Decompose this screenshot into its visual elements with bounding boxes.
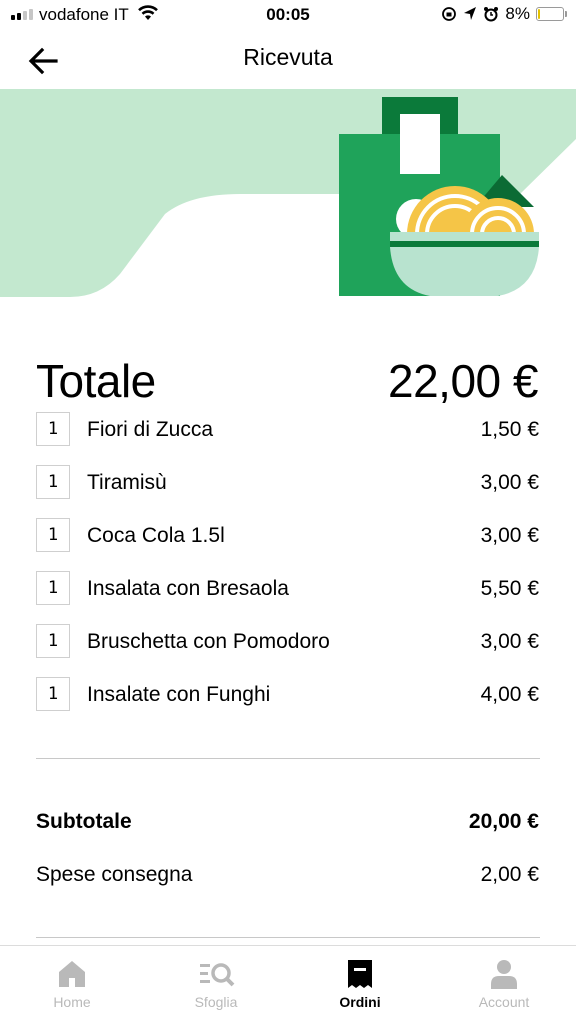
status-bar: vodafone IT 00:05 8% bbox=[0, 0, 576, 30]
item-name: Tiramisù bbox=[87, 471, 167, 494]
tab-label: Sfoglia bbox=[194, 994, 238, 1010]
item-price: 4,00 € bbox=[480, 683, 539, 706]
item-quantity: 1 bbox=[36, 677, 70, 711]
location-icon bbox=[464, 7, 477, 20]
order-item: 1 Bruschetta con Pomodoro 3,00 € bbox=[36, 624, 539, 677]
item-price: 3,00 € bbox=[480, 471, 539, 494]
subtotal-label: Subtotale bbox=[36, 810, 132, 833]
item-price: 5,50 € bbox=[480, 577, 539, 600]
alarm-icon bbox=[484, 7, 499, 22]
receipt-banner-illustration bbox=[0, 89, 576, 297]
browse-search-icon bbox=[200, 963, 235, 987]
home-icon bbox=[59, 961, 85, 987]
item-name: Insalata con Bresaola bbox=[87, 577, 289, 600]
order-item: 1 Insalata con Bresaola 5,50 € bbox=[36, 571, 539, 624]
total-label: Totale bbox=[36, 355, 156, 407]
item-name: Coca Cola 1.5l bbox=[87, 524, 225, 547]
delivery-fee-label: Spese consegna bbox=[36, 863, 193, 886]
item-quantity: 1 bbox=[36, 571, 70, 605]
tab-browse[interactable]: Sfoglia bbox=[144, 946, 288, 1025]
total-value: 22,00 € bbox=[388, 355, 538, 407]
tab-account[interactable]: Account bbox=[432, 946, 576, 1025]
header: Ricevuta bbox=[0, 30, 576, 88]
battery-level bbox=[538, 9, 540, 19]
tab-orders[interactable]: Ordini bbox=[288, 946, 432, 1025]
delivery-fee-value: 2,00 € bbox=[480, 863, 539, 886]
item-name: Bruschetta con Pomodoro bbox=[87, 630, 330, 653]
bottom-tab-bar: Home Sfoglia Ordini Account bbox=[0, 945, 576, 1025]
item-quantity: 1 bbox=[36, 465, 70, 499]
tab-home[interactable]: Home bbox=[0, 946, 144, 1025]
order-item: 1 Tiramisù 3,00 € bbox=[36, 465, 539, 518]
order-item: 1 Fiori di Zucca 1,50 € bbox=[36, 412, 539, 465]
item-quantity: 1 bbox=[36, 518, 70, 552]
page-title: Ricevuta bbox=[243, 44, 333, 70]
divider bbox=[36, 937, 540, 938]
orientation-lock-icon bbox=[442, 7, 457, 21]
tab-label: Home bbox=[53, 994, 91, 1010]
item-price: 3,00 € bbox=[480, 524, 539, 547]
item-price: 3,00 € bbox=[480, 630, 539, 653]
person-icon bbox=[491, 960, 517, 989]
battery-percent: 8% bbox=[505, 4, 530, 23]
tab-label: Account bbox=[478, 994, 530, 1010]
battery-icon bbox=[536, 7, 567, 21]
item-name: Fiori di Zucca bbox=[87, 418, 214, 441]
order-item: 1 Coca Cola 1.5l 3,00 € bbox=[36, 518, 539, 571]
item-price: 1,50 € bbox=[480, 418, 539, 441]
item-quantity: 1 bbox=[36, 624, 70, 658]
receipt-icon bbox=[348, 960, 372, 988]
divider bbox=[36, 758, 540, 759]
order-items-list: 1 Fiori di Zucca 1,50 € 1 Tiramisù 3,00 … bbox=[36, 412, 539, 730]
item-quantity: 1 bbox=[36, 412, 70, 446]
item-name: Insalate con Funghi bbox=[87, 683, 271, 706]
tab-label: Ordini bbox=[339, 994, 381, 1010]
order-item: 1 Insalate con Funghi 4,00 € bbox=[36, 677, 539, 730]
subtotal-value: 20,00 € bbox=[468, 810, 539, 833]
